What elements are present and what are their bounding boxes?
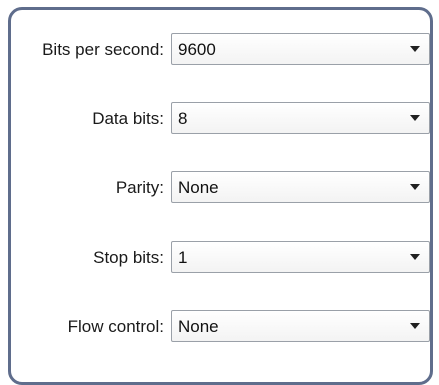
flow-control-value: None [178,317,219,336]
parity-row: Parity: None [11,171,436,205]
data-bits-value: 8 [178,109,188,128]
bits-per-second-label: Bits per second: [42,40,164,59]
chevron-down-icon [410,184,420,190]
flow-control-label: Flow control: [67,317,164,336]
data-bits-label: Data bits: [92,109,164,128]
flow-control-row: Flow control: None [11,310,436,344]
bits-per-second-select[interactable]: 9600 [171,33,430,65]
chevron-down-icon [410,115,420,121]
chevron-down-icon [410,46,420,52]
stop-bits-row: Stop bits: 1 [11,241,436,275]
data-bits-select[interactable]: 8 [171,102,430,134]
stop-bits-select[interactable]: 1 [171,241,430,273]
chevron-down-icon [410,254,420,260]
bits-per-second-value: 9600 [178,40,216,59]
parity-label: Parity: [115,178,164,197]
stop-bits-label: Stop bits: [93,248,164,267]
stop-bits-value: 1 [178,248,188,267]
data-bits-row: Data bits: 8 [11,102,436,136]
parity-value: None [178,178,219,197]
chevron-down-icon [410,323,420,329]
bits-per-second-row: Bits per second: 9600 [11,33,436,67]
port-settings-panel: Bits per second: 9600 Data bits: 8 Parit… [8,7,433,385]
parity-select[interactable]: None [171,171,430,203]
flow-control-select[interactable]: None [171,310,430,342]
